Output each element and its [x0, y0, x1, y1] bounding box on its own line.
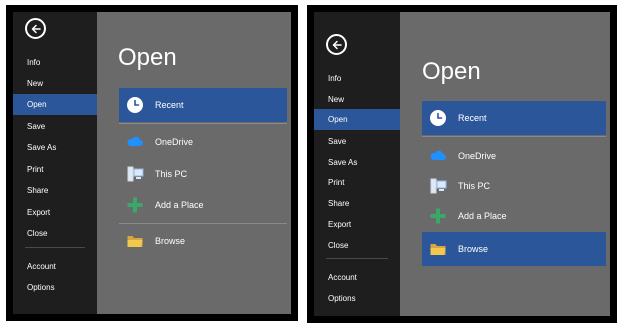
nav-item-print[interactable]: Print — [314, 172, 400, 193]
nav-item-save[interactable]: Save — [13, 116, 97, 137]
cloud-icon — [428, 146, 448, 166]
location-label: OneDrive — [458, 151, 497, 161]
location-label: Browse — [458, 244, 489, 254]
nav-item-new[interactable]: New — [13, 73, 97, 94]
location-onedrive[interactable]: OneDrive — [422, 139, 606, 173]
backstage-panel-right: Info New Open Save Save As Print Share E… — [307, 5, 617, 323]
nav-item-export[interactable]: Export — [13, 202, 97, 223]
backstage-sidebar-right: Info New Open Save Save As Print Share E… — [314, 12, 400, 316]
folder-icon — [428, 239, 448, 259]
plus-icon — [125, 195, 145, 215]
folder-icon — [125, 231, 145, 251]
location-this-pc[interactable]: This PC — [422, 169, 606, 203]
nav-item-info[interactable]: Info — [314, 68, 400, 89]
location-label: Recent — [458, 113, 487, 123]
nav-item-share[interactable]: Share — [314, 193, 400, 214]
backstage-sidebar-left: Info New Open Save Save As Print Share E… — [13, 12, 97, 314]
nav-divider — [326, 258, 388, 259]
location-label: OneDrive — [155, 137, 194, 147]
nav-item-print[interactable]: Print — [13, 159, 97, 180]
location-browse[interactable]: Browse — [119, 224, 287, 258]
backstage-main-left: Open Recent OneDrive This PC Add a Place… — [97, 12, 291, 314]
back-arrow-icon[interactable] — [326, 34, 347, 55]
location-label: Add a Place — [155, 200, 204, 210]
nav-item-share[interactable]: Share — [13, 180, 97, 201]
location-onedrive[interactable]: OneDrive — [119, 125, 287, 159]
nav-item-new[interactable]: New — [314, 89, 400, 110]
page-title: Open — [422, 58, 481, 85]
location-recent[interactable]: Recent — [119, 88, 287, 122]
location-label: This PC — [155, 169, 188, 179]
nav-item-save-as[interactable]: Save As — [314, 152, 400, 173]
nav-item-account[interactable]: Account — [314, 267, 400, 288]
nav-item-options[interactable]: Options — [13, 277, 97, 298]
nav-item-options[interactable]: Options — [314, 288, 400, 309]
nav-item-save-as[interactable]: Save As — [13, 137, 97, 158]
location-label: Browse — [155, 236, 186, 246]
computer-icon — [125, 164, 145, 184]
recent-underline — [422, 136, 606, 137]
recent-underline — [119, 123, 287, 124]
nav-item-info[interactable]: Info — [13, 52, 97, 73]
back-arrow-icon[interactable] — [25, 18, 46, 39]
backstage-view-left: Info New Open Save Save As Print Share E… — [13, 12, 291, 314]
location-add-a-place[interactable]: Add a Place — [422, 199, 606, 233]
location-add-a-place[interactable]: Add a Place — [119, 188, 287, 222]
location-label: Recent — [155, 100, 184, 110]
backstage-view-right: Info New Open Save Save As Print Share E… — [314, 12, 610, 316]
location-this-pc[interactable]: This PC — [119, 157, 287, 191]
nav-item-save[interactable]: Save — [314, 131, 400, 152]
nav-divider — [25, 247, 85, 248]
location-label: Add a Place — [458, 211, 507, 221]
location-recent[interactable]: Recent — [422, 101, 606, 135]
backstage-panel-left: Info New Open Save Save As Print Share E… — [6, 5, 298, 321]
nav-item-close[interactable]: Close — [314, 235, 400, 256]
page-title: Open — [118, 44, 177, 71]
clock-icon — [125, 95, 145, 115]
nav-item-open[interactable]: Open — [314, 109, 400, 130]
nav-item-close[interactable]: Close — [13, 223, 97, 244]
nav-item-export[interactable]: Export — [314, 214, 400, 235]
nav-item-open[interactable]: Open — [13, 94, 97, 115]
location-label: This PC — [458, 181, 491, 191]
cloud-icon — [125, 132, 145, 152]
backstage-main-right: Open Recent OneDrive This PC Add a Place… — [400, 12, 610, 316]
clock-icon — [428, 108, 448, 128]
nav-item-account[interactable]: Account — [13, 256, 97, 277]
location-browse[interactable]: Browse — [422, 232, 606, 266]
plus-icon — [428, 206, 448, 226]
computer-icon — [428, 176, 448, 196]
